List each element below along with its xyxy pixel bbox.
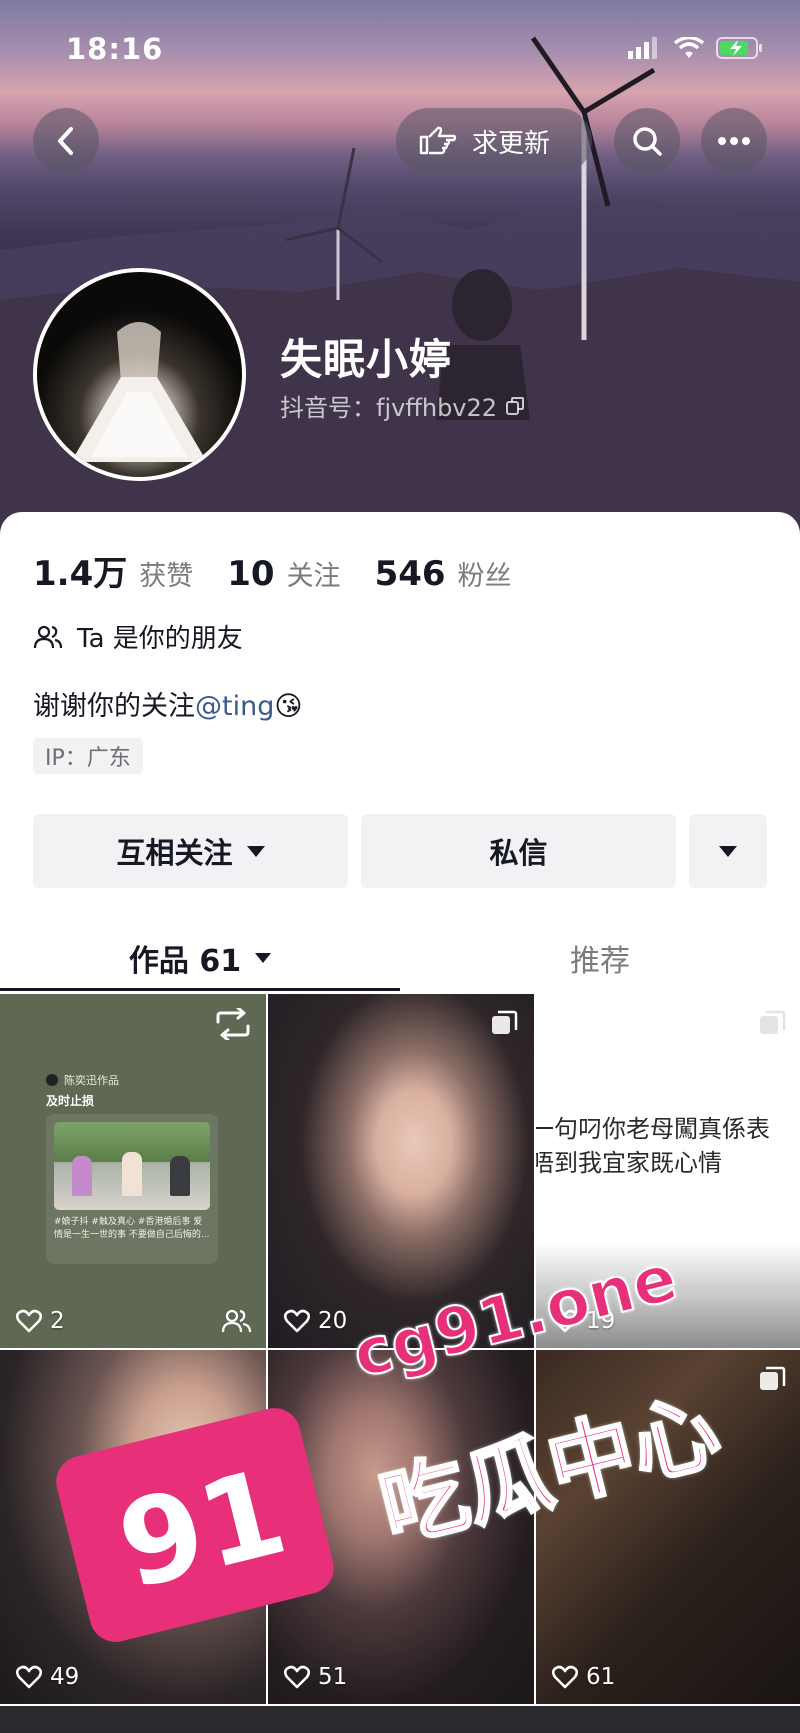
- chevron-left-icon: [58, 127, 73, 155]
- like-count: 20: [284, 1308, 347, 1334]
- status-bar: 18:16: [0, 0, 800, 100]
- mini-post-author: 陈奕迅作品: [46, 1072, 119, 1088]
- stat-likes[interactable]: 1.4万 获赞: [33, 546, 193, 595]
- tab-recommend[interactable]: 推荐: [400, 910, 800, 1005]
- request-update-button[interactable]: 求更新: [396, 108, 592, 174]
- multi-image-icon: [492, 1010, 518, 1034]
- video-thumbnail[interactable]: 一句叼你老母闖真係表 唔到我宜家既心情 19: [536, 994, 800, 1348]
- like-count: 19: [552, 1308, 615, 1334]
- like-count-text: 51: [318, 1664, 348, 1690]
- copy-icon[interactable]: [505, 396, 525, 416]
- tab-works-label: 作品 61: [128, 943, 242, 979]
- mutual-follow-label: 互相关注: [116, 836, 233, 870]
- like-count: 2: [16, 1308, 65, 1334]
- profile-screen: 18:16 求更新 失眠小婷 抖音号：fjvffhbv22 1.4万 获赞 10…: [0, 0, 800, 1733]
- more-button[interactable]: [701, 108, 767, 174]
- bio-mention-link[interactable]: @ting: [195, 691, 274, 722]
- search-button[interactable]: [614, 108, 680, 174]
- next-row-thumbnails: [0, 1706, 800, 1733]
- heart-icon: [284, 1309, 310, 1333]
- heart-icon: [16, 1665, 42, 1689]
- multi-image-icon: [760, 1366, 786, 1390]
- heart-icon: [552, 1309, 578, 1333]
- like-count: 49: [16, 1664, 79, 1690]
- mutual-follow-button[interactable]: 互相关注: [33, 814, 348, 888]
- mini-post-caption: #娘子抖 #触及真心 #香港婚后事 爱情是一生一世的事 不要做自己后悔的...: [54, 1217, 210, 1240]
- post-text-line: 唔到我宜家既心情: [536, 1149, 722, 1177]
- douyin-id[interactable]: 抖音号：fjvffhbv22: [280, 388, 525, 423]
- mini-avatar: [46, 1074, 58, 1086]
- like-count-text: 20: [318, 1308, 348, 1334]
- like-count-text: 2: [50, 1308, 65, 1334]
- video-thumbnail[interactable]: 49: [0, 1350, 266, 1704]
- following-label: 关注: [286, 561, 341, 592]
- mini-author-text: 陈奕迅作品: [64, 1074, 119, 1087]
- video-thumbnail[interactable]: 51: [268, 1350, 534, 1704]
- back-button[interactable]: [33, 108, 99, 174]
- stat-followers[interactable]: 546 粉丝: [375, 554, 512, 594]
- recommend-friends-dropdown-button[interactable]: [689, 814, 767, 888]
- like-count-text: 19: [586, 1308, 616, 1334]
- caret-down-icon: [246, 845, 265, 857]
- bio: 谢谢你的关注@ting😘: [33, 684, 303, 723]
- multi-image-icon: [760, 1010, 786, 1034]
- post-text-overlay: 一句叼你老母闖真係表 唔到我宜家既心情: [536, 1112, 800, 1180]
- avatar[interactable]: [33, 268, 246, 481]
- ip-location-tag: IP：广东: [33, 738, 143, 774]
- mini-post-image: [54, 1122, 210, 1210]
- mini-post-title: 及时止损: [46, 1094, 95, 1108]
- friends-visible-icon: [221, 1309, 252, 1333]
- like-count: 51: [284, 1664, 347, 1690]
- search-icon: [633, 127, 662, 156]
- friend-text: Ta 是你的朋友: [77, 624, 243, 654]
- status-time: 18:16: [66, 32, 164, 66]
- request-update-label: 求更新: [472, 128, 551, 159]
- mini-post-card: #娘子抖 #触及真心 #香港婚后事 爱情是一生一世的事 不要做自己后悔的...: [46, 1114, 218, 1264]
- avatar-image: [71, 322, 207, 462]
- repost-icon: [216, 1008, 250, 1040]
- followers-count: 546: [374, 554, 446, 594]
- likes-label: 获赞: [139, 561, 194, 592]
- bio-emoji: 😘: [274, 691, 303, 722]
- bio-text: 谢谢你的关注: [33, 691, 195, 722]
- douyin-id-text: 抖音号：fjvffhbv22: [280, 394, 498, 422]
- friends-icon: [33, 625, 63, 648]
- like-count: 61: [552, 1664, 615, 1690]
- video-thumbnail[interactable]: 20: [268, 994, 534, 1348]
- video-thumbnail[interactable]: 陈奕迅作品 及时止损 #娘子抖 #触及真心 #香港婚后事 爱情是一生一世的事 不…: [0, 994, 266, 1348]
- more-dots-icon: [718, 137, 750, 145]
- likes-count: 1.4万: [33, 554, 128, 594]
- heart-icon: [552, 1665, 578, 1689]
- video-thumbnail[interactable]: 61: [536, 1350, 800, 1704]
- nickname: 失眠小婷: [280, 335, 453, 384]
- signal-icon: [628, 37, 657, 59]
- like-count-text: 49: [50, 1664, 80, 1690]
- followers-label: 粉丝: [457, 561, 512, 592]
- friend-indicator: Ta 是你的朋友: [33, 618, 243, 655]
- message-label: 私信: [489, 836, 548, 870]
- post-text-line: 一句叼你老母闖真係表: [536, 1115, 770, 1143]
- active-tab-indicator: [0, 988, 400, 991]
- heart-icon: [284, 1665, 310, 1689]
- pointing-hand-icon: [419, 126, 457, 155]
- stats-row: 1.4万 获赞 10 关注 546 粉丝: [33, 546, 546, 595]
- battery-icon: [716, 37, 762, 59]
- caret-down-icon: [255, 952, 272, 963]
- stat-following[interactable]: 10 关注: [227, 554, 340, 594]
- tab-recommend-label: 推荐: [570, 943, 630, 979]
- heart-icon: [16, 1309, 42, 1333]
- caret-down-icon: [719, 845, 737, 857]
- like-count-text: 61: [586, 1664, 616, 1690]
- following-count: 10: [227, 554, 275, 594]
- wifi-icon: [674, 37, 704, 58]
- message-button[interactable]: 私信: [361, 814, 676, 888]
